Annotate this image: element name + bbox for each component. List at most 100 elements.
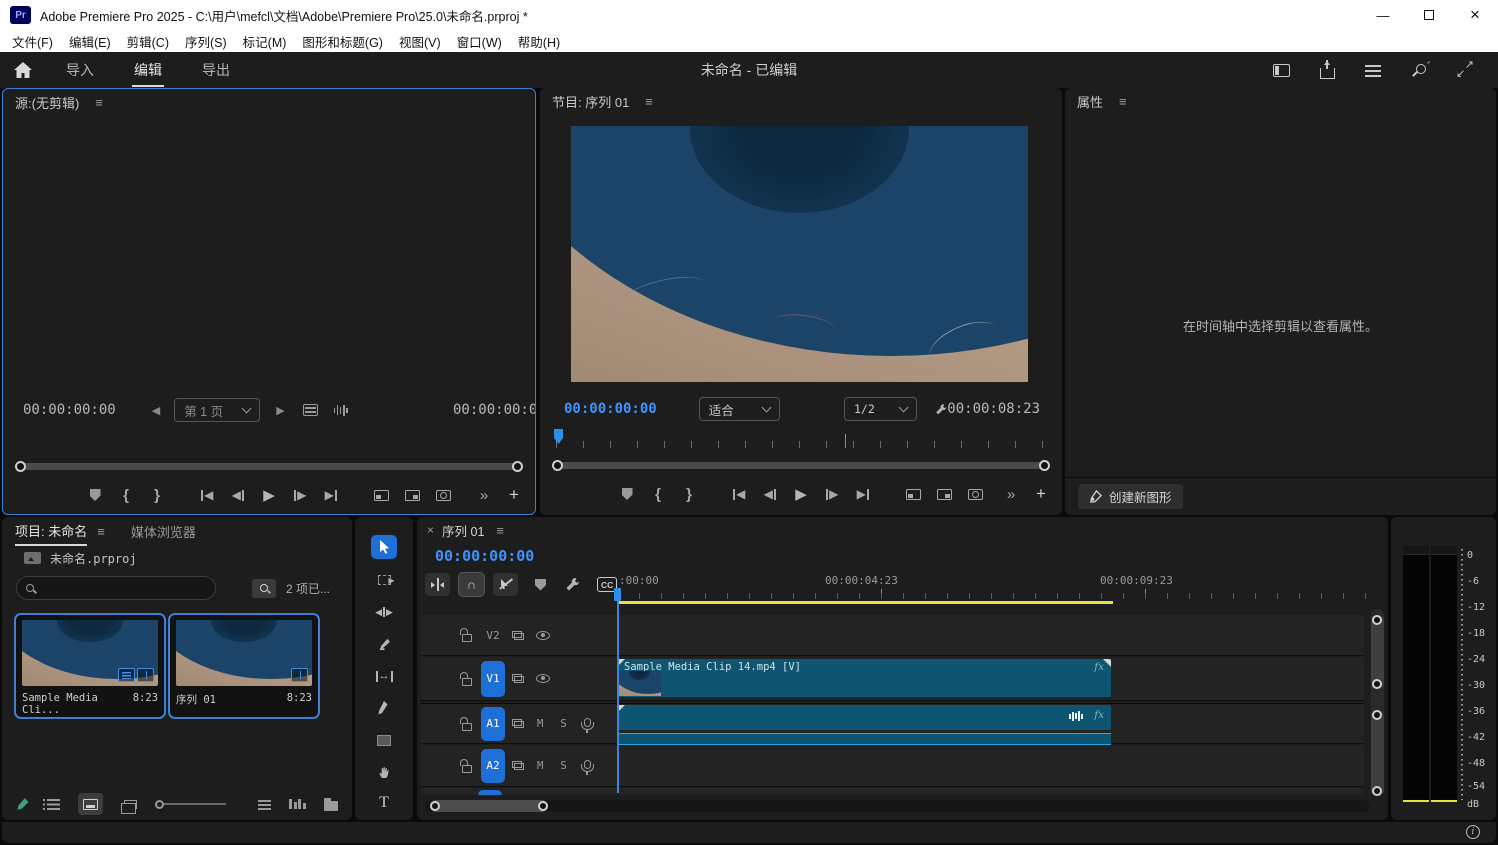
menu-file[interactable]: 文件(F) bbox=[4, 32, 61, 51]
mark-in-button[interactable]: { bbox=[115, 485, 137, 505]
track-target-a3[interactable] bbox=[478, 790, 502, 795]
menu-edit[interactable]: 编辑(E) bbox=[61, 32, 119, 51]
timeline-ruler[interactable] bbox=[617, 589, 1380, 599]
project-panel-menu-icon[interactable]: ≡ bbox=[97, 524, 105, 539]
workspaces-button[interactable] bbox=[1364, 62, 1382, 78]
menu-window[interactable]: 窗口(W) bbox=[449, 32, 510, 51]
tab-import[interactable]: 导入 bbox=[52, 51, 108, 89]
program-panel-menu-icon[interactable]: ≡ bbox=[645, 94, 653, 109]
source-timecode[interactable]: 00:00:00:00 bbox=[23, 402, 116, 418]
track-target-v1[interactable]: V1 bbox=[481, 661, 505, 697]
step-forward-button[interactable]: ▶ bbox=[821, 484, 843, 504]
play-button[interactable]: ▶ bbox=[258, 485, 280, 505]
horizontal-scroll-handle[interactable] bbox=[430, 800, 548, 812]
more-buttons-button[interactable]: » bbox=[473, 485, 495, 505]
drag-video-icon[interactable] bbox=[303, 404, 318, 416]
automate-to-sequence-button[interactable] bbox=[289, 799, 306, 809]
search-bin-button[interactable] bbox=[252, 579, 276, 598]
mute-track-button[interactable]: M bbox=[537, 718, 543, 730]
project-item-media-clip[interactable]: Sample Media Cli... 8:23 bbox=[14, 613, 166, 719]
settings-wrench-icon[interactable] bbox=[935, 402, 947, 417]
scrollbar-left-handle[interactable] bbox=[552, 460, 563, 471]
toggle-track-output-icon[interactable] bbox=[536, 631, 550, 640]
playback-resolution-dropdown[interactable]: 1/2 bbox=[844, 397, 917, 421]
voiceover-record-icon[interactable] bbox=[584, 718, 591, 727]
tab-edit[interactable]: 编辑 bbox=[120, 51, 176, 89]
solo-track-button[interactable]: S bbox=[560, 718, 566, 730]
type-tool[interactable]: T bbox=[371, 791, 397, 815]
mark-in-button[interactable]: { bbox=[647, 484, 669, 504]
rectangle-tool[interactable] bbox=[371, 728, 397, 752]
audio-clip[interactable]: fx bbox=[617, 705, 1111, 730]
track-lock-icon[interactable] bbox=[462, 723, 472, 731]
prev-page-button[interactable]: ◀ bbox=[152, 404, 160, 417]
hand-tool[interactable] bbox=[371, 760, 397, 784]
project-search-input[interactable] bbox=[16, 576, 216, 600]
fullscreen-button[interactable]: ↗↙ bbox=[1456, 62, 1474, 78]
menu-view[interactable]: 视图(V) bbox=[391, 32, 449, 51]
menu-help[interactable]: 帮助(H) bbox=[510, 32, 568, 51]
goto-out-button[interactable]: ▶ bbox=[320, 485, 342, 505]
snap-toggle-button[interactable]: ∩ bbox=[459, 573, 484, 596]
sync-lock-icon[interactable] bbox=[512, 674, 524, 683]
audio-badge-icon[interactable] bbox=[137, 668, 154, 682]
export-frame-button[interactable] bbox=[964, 484, 986, 504]
program-mini-timeline[interactable] bbox=[556, 432, 1046, 448]
close-button[interactable]: × bbox=[1452, 0, 1498, 30]
add-marker-button[interactable] bbox=[84, 485, 106, 505]
bin-up-icon[interactable] bbox=[24, 552, 41, 564]
audio-tracks-scroll-handle[interactable] bbox=[1371, 710, 1384, 796]
bin-name[interactable]: 未命名.prproj bbox=[50, 550, 137, 567]
tab-project[interactable]: 项目: 未命名 bbox=[15, 521, 87, 542]
scroll-handle-top-dot[interactable] bbox=[1372, 615, 1382, 625]
sync-lock-icon[interactable] bbox=[512, 631, 524, 640]
freeform-view-button[interactable] bbox=[124, 800, 137, 809]
voiceover-record-icon[interactable] bbox=[584, 760, 591, 769]
program-video-preview[interactable] bbox=[571, 126, 1028, 382]
selection-tool[interactable] bbox=[371, 535, 397, 559]
program-timecode[interactable]: 00:00:00:00 bbox=[564, 401, 657, 417]
lift-button[interactable] bbox=[902, 484, 924, 504]
goto-out-button[interactable]: ▶ bbox=[852, 484, 874, 504]
insert-button[interactable] bbox=[370, 485, 392, 505]
scroll-handle-bottom-dot[interactable] bbox=[1372, 786, 1382, 796]
menu-graphics-titles[interactable]: 图形和标题(G) bbox=[294, 32, 391, 51]
add-marker-button[interactable] bbox=[535, 579, 546, 591]
export-frame-button[interactable] bbox=[432, 485, 454, 505]
timeline-panel-menu-icon[interactable]: ≡ bbox=[496, 523, 504, 538]
maximize-button[interactable] bbox=[1406, 0, 1452, 30]
zoom-level-dropdown[interactable]: 适合 bbox=[699, 397, 780, 421]
scrollbar-right-handle[interactable] bbox=[1039, 460, 1050, 471]
thumbnail-zoom-slider[interactable] bbox=[155, 800, 226, 809]
scroll-handle-left-dot[interactable] bbox=[430, 801, 440, 811]
project-item-sequence[interactable]: 序列 01 8:23 bbox=[168, 613, 320, 719]
film-badge-icon[interactable] bbox=[118, 668, 135, 682]
play-button[interactable]: ▶ bbox=[790, 484, 812, 504]
pen-tool[interactable] bbox=[371, 696, 397, 720]
track-target-a2[interactable]: A2 bbox=[481, 749, 505, 783]
add-button-editor-button[interactable]: + bbox=[503, 485, 525, 505]
home-button[interactable] bbox=[0, 62, 46, 78]
add-button-editor-button[interactable]: + bbox=[1030, 484, 1052, 504]
icon-view-button[interactable] bbox=[78, 793, 103, 815]
scrollbar-right-handle[interactable] bbox=[512, 461, 523, 472]
audio-level-meters[interactable] bbox=[1403, 546, 1457, 802]
extract-button[interactable] bbox=[933, 484, 955, 504]
track-target-a1[interactable]: A1 bbox=[481, 707, 505, 741]
share-button[interactable] bbox=[1318, 62, 1336, 78]
track-row-a3-clipped[interactable] bbox=[421, 788, 1364, 795]
toggle-track-output-icon[interactable] bbox=[536, 674, 550, 683]
tab-export[interactable]: 导出 bbox=[188, 51, 244, 89]
tab-media-browser[interactable]: 媒体浏览器 bbox=[131, 522, 196, 541]
goto-in-button[interactable]: ◀ bbox=[728, 484, 750, 504]
goto-in-button[interactable]: ◀ bbox=[196, 485, 218, 505]
mute-track-button[interactable]: M bbox=[537, 760, 543, 772]
more-buttons-button[interactable]: » bbox=[1000, 484, 1022, 504]
quick-search-button[interactable] bbox=[1410, 62, 1428, 78]
menu-sequence[interactable]: 序列(S) bbox=[177, 32, 235, 51]
drag-audio-icon[interactable] bbox=[334, 405, 348, 416]
step-back-button[interactable]: ◀ bbox=[227, 485, 249, 505]
program-zoom-scrollbar[interactable] bbox=[554, 462, 1048, 469]
timeline-vertical-scrollbar[interactable] bbox=[1371, 609, 1384, 795]
source-panel-menu-icon[interactable]: ≡ bbox=[95, 95, 103, 110]
